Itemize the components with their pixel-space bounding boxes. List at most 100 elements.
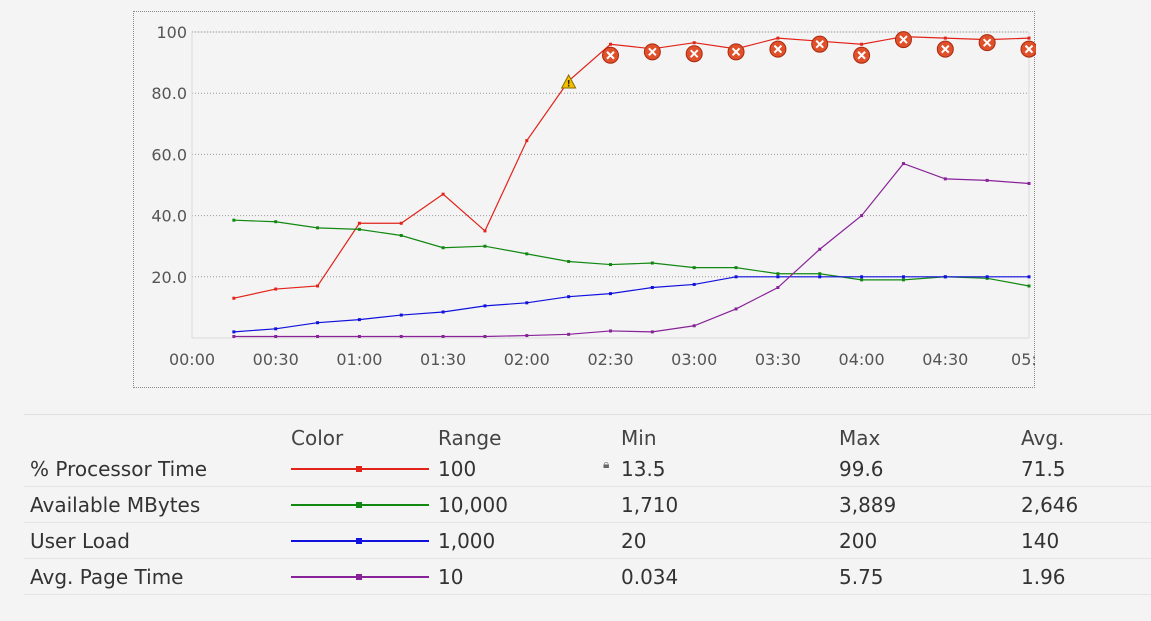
data-point	[860, 214, 864, 218]
data-point	[650, 261, 654, 265]
data-point	[357, 318, 361, 322]
data-point	[399, 233, 403, 237]
series-line	[233, 276, 1029, 333]
data-point	[1027, 284, 1031, 288]
y-tick-label: 80.0	[151, 84, 187, 103]
y-tick-label: 40.0	[151, 207, 187, 226]
data-point	[232, 296, 236, 300]
max-value: 99.6	[839, 457, 884, 481]
data-point	[692, 266, 696, 270]
avg-header: Avg.	[1021, 426, 1065, 450]
data-point	[734, 266, 738, 270]
color-header: Color	[291, 426, 344, 450]
data-point	[232, 334, 236, 338]
min-header: Min	[621, 426, 657, 450]
legend-row-available-mbytes[interactable]: Available MBytes 10,000 1,710 3,889 2,64…	[24, 487, 1151, 523]
data-point	[734, 307, 738, 311]
swatch-marker	[356, 502, 362, 508]
data-point	[316, 321, 320, 325]
x-tick-label: 03:30	[755, 350, 801, 369]
counter-name: User Load	[30, 529, 130, 553]
x-tick-label: 02:00	[504, 350, 550, 369]
data-point	[525, 334, 529, 338]
data-point	[357, 221, 361, 225]
avg-value: 140	[1021, 529, 1060, 553]
data-point	[901, 162, 905, 166]
data-point	[525, 301, 529, 305]
data-point	[901, 275, 905, 279]
swatch-marker	[356, 538, 362, 544]
range-value: 100	[438, 457, 477, 481]
error-icon	[643, 43, 661, 61]
x-tick-label: 00:00	[169, 350, 215, 369]
error-icon	[602, 46, 619, 64]
data-point	[441, 246, 445, 250]
error-icon	[769, 40, 787, 58]
color-swatch	[291, 538, 429, 544]
data-point	[776, 272, 780, 276]
max-header: Max	[839, 426, 881, 450]
data-point	[316, 284, 320, 288]
counter-name: % Processor Time	[30, 457, 207, 481]
x-tick-label: 04:00	[839, 350, 885, 369]
counter-name: Avg. Page Time	[30, 565, 184, 589]
legend-header: Color Range Min Max Avg.	[24, 415, 1151, 451]
data-point	[483, 304, 487, 308]
data-point	[943, 36, 947, 40]
data-point	[525, 252, 529, 256]
color-swatch	[291, 466, 429, 472]
range-value: 1,000	[438, 529, 496, 553]
data-point	[692, 324, 696, 328]
data-point	[441, 310, 445, 314]
data-point	[609, 263, 612, 267]
x-tick-label: 01:30	[420, 350, 466, 369]
data-point	[567, 260, 571, 263]
avg-value: 71.5	[1021, 457, 1066, 481]
data-point	[232, 218, 236, 222]
data-point	[399, 313, 403, 317]
data-point	[274, 334, 278, 338]
data-point	[734, 275, 738, 279]
data-point	[274, 327, 278, 331]
data-point	[943, 177, 947, 181]
range-header: Range	[438, 426, 502, 450]
data-point	[483, 334, 487, 338]
max-value: 5.75	[839, 565, 884, 589]
min-value: 20	[621, 529, 647, 553]
data-point	[860, 278, 864, 282]
range-value: 10	[438, 565, 464, 589]
y-tick-label: 20.0	[151, 268, 187, 287]
error-icon	[727, 43, 745, 61]
data-point	[274, 287, 278, 291]
min-value: 13.5	[621, 457, 666, 481]
legend-row-processor-time[interactable]: % Processor Time 100 🔒︎ 13.5 99.6 71.5	[24, 451, 1151, 487]
data-point	[609, 292, 612, 296]
range-value: 10,000	[438, 493, 508, 517]
data-point	[860, 275, 864, 279]
data-point	[399, 334, 403, 338]
data-point	[567, 295, 571, 299]
error-icon	[978, 34, 996, 52]
x-tick-label: 05:0	[1011, 350, 1036, 369]
legend-row-avg-page-time[interactable]: Avg. Page Time 10 0.034 5.75 1.96	[24, 559, 1151, 595]
max-value: 3,889	[839, 493, 897, 517]
data-point	[316, 226, 320, 230]
error-icon	[685, 45, 703, 63]
data-point	[609, 329, 612, 333]
data-point	[399, 221, 403, 225]
swatch-marker	[356, 466, 362, 472]
series-line	[233, 35, 1030, 299]
chart-panel: 20.0 40.0 60.0 80.0 100 00:00 00:30 01:00 01:30 0…	[133, 11, 1036, 388]
warning-glyph: !	[567, 79, 571, 89]
x-tick-label: 00:30	[253, 350, 299, 369]
legend-row-user-load[interactable]: User Load 1,000 20 200 140	[24, 523, 1151, 559]
data-point	[692, 282, 696, 286]
data-point	[818, 272, 822, 276]
x-tick-label: 03:00	[671, 350, 717, 369]
swatch-marker	[356, 574, 362, 580]
x-tick-label: 02:30	[587, 350, 633, 369]
data-point	[1027, 275, 1031, 279]
data-point	[650, 330, 654, 334]
data-point	[232, 330, 236, 334]
data-point	[860, 42, 864, 46]
